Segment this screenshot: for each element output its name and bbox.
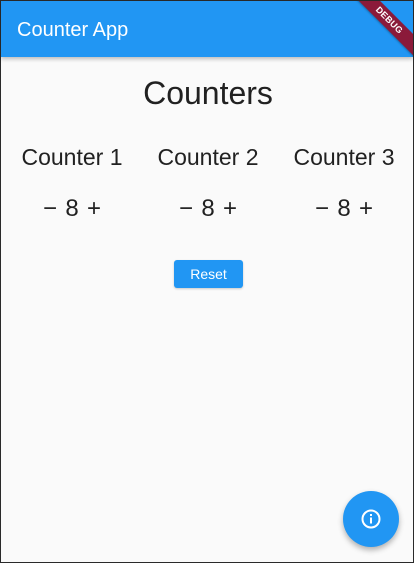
counter-label: Counter 2	[157, 144, 259, 170]
decrement-button[interactable]: −	[311, 195, 333, 223]
increment-button[interactable]: +	[83, 195, 105, 223]
counter-controls: − 8 +	[275, 195, 413, 223]
counter-controls: − 8 +	[139, 195, 277, 223]
increment-button[interactable]: +	[219, 195, 241, 223]
counter-label: Counter 1	[21, 144, 123, 170]
counter-controls: − 8 +	[3, 195, 141, 223]
counter-value: 8	[201, 195, 215, 222]
counter-value: 8	[65, 195, 79, 222]
info-fab-button[interactable]	[343, 491, 399, 547]
app-title: Counter App	[17, 19, 129, 41]
counter-1: Counter 1 − 8 +	[3, 143, 141, 222]
decrement-button[interactable]: −	[175, 195, 197, 223]
decrement-button[interactable]: −	[39, 195, 61, 223]
counter-2: Counter 2 − 8 +	[139, 143, 277, 222]
increment-button[interactable]: +	[355, 195, 377, 223]
app-bar: Counter App DEBUG	[1, 1, 413, 57]
counter-3: Counter 3 − 8 +	[275, 143, 413, 222]
counter-label: Counter 3	[293, 144, 395, 170]
info-icon	[361, 509, 381, 529]
page-title: Counters	[143, 75, 273, 111]
debug-banner: DEBUG	[348, 1, 413, 57]
reset-button[interactable]: Reset	[174, 260, 243, 288]
counter-value: 8	[337, 195, 351, 222]
